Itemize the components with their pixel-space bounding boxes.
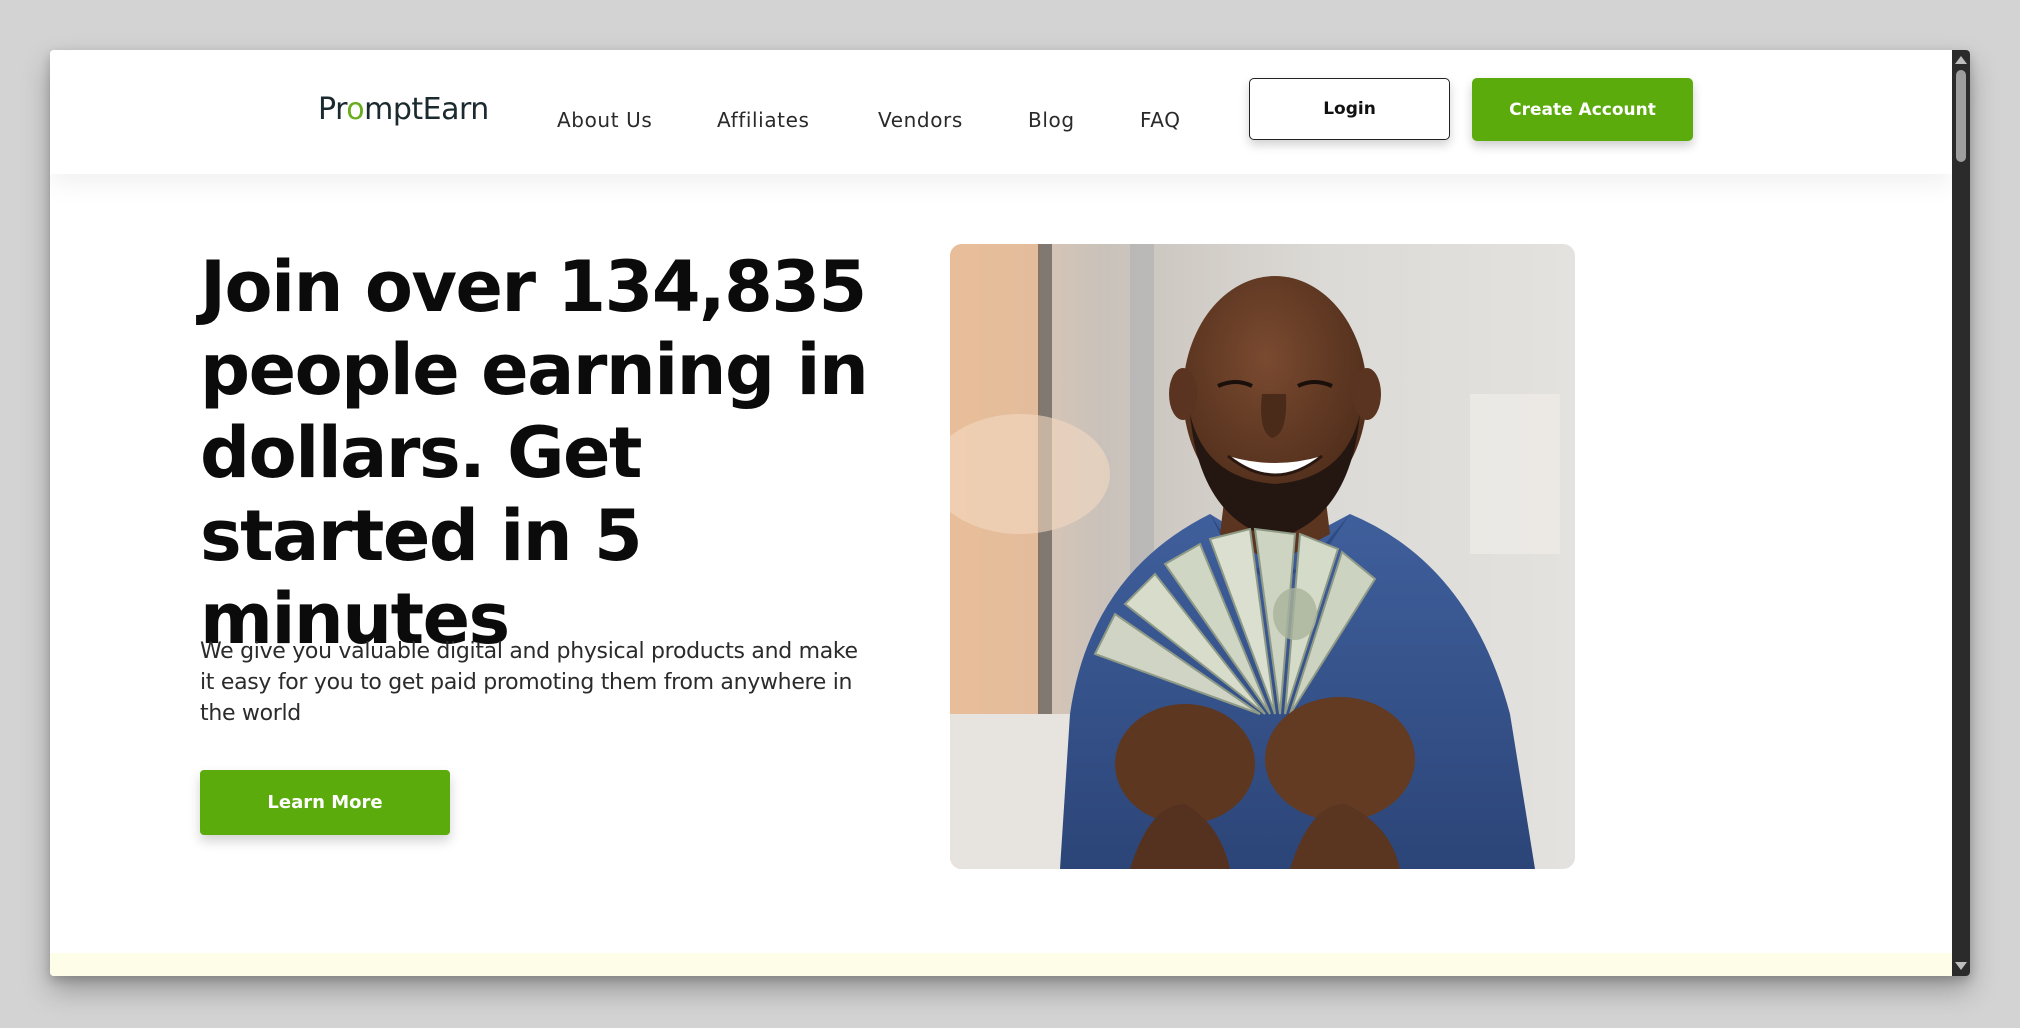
next-section-band	[50, 953, 1952, 976]
nav-about-us[interactable]: About Us	[557, 108, 652, 138]
learn-more-button[interactable]: Learn More	[200, 770, 450, 835]
scrollbar-thumb[interactable]	[1956, 70, 1966, 162]
triangle-up-icon[interactable]	[1955, 56, 1967, 64]
hero-title: Join over 134,835 people earning in doll…	[200, 246, 869, 660]
vertical-scrollbar[interactable]	[1952, 50, 1970, 976]
hero-subtitle: We give you valuable digital and physica…	[200, 639, 858, 726]
logo-text-accent: o	[346, 92, 365, 127]
nav-vendors[interactable]: Vendors	[878, 108, 963, 138]
browser-window: PromptEarn About Us Affiliates Vendors B…	[50, 50, 1970, 976]
hero-image	[950, 244, 1575, 869]
nav-blog[interactable]: Blog	[1028, 108, 1075, 138]
nav-affiliates[interactable]: Affiliates	[717, 108, 810, 138]
create-account-button[interactable]: Create Account	[1472, 78, 1693, 141]
page-viewport: PromptEarn About Us Affiliates Vendors B…	[50, 50, 1952, 976]
logo-text-prefix: Pr	[318, 92, 347, 127]
nav-faq[interactable]: FAQ	[1140, 108, 1181, 138]
logo[interactable]: PromptEarn	[318, 92, 489, 127]
site-header: PromptEarn About Us Affiliates Vendors B…	[50, 50, 1952, 174]
login-button[interactable]: Login	[1249, 78, 1450, 140]
logo-text-suffix: mptEarn	[364, 92, 489, 127]
triangle-down-icon[interactable]	[1955, 962, 1967, 970]
